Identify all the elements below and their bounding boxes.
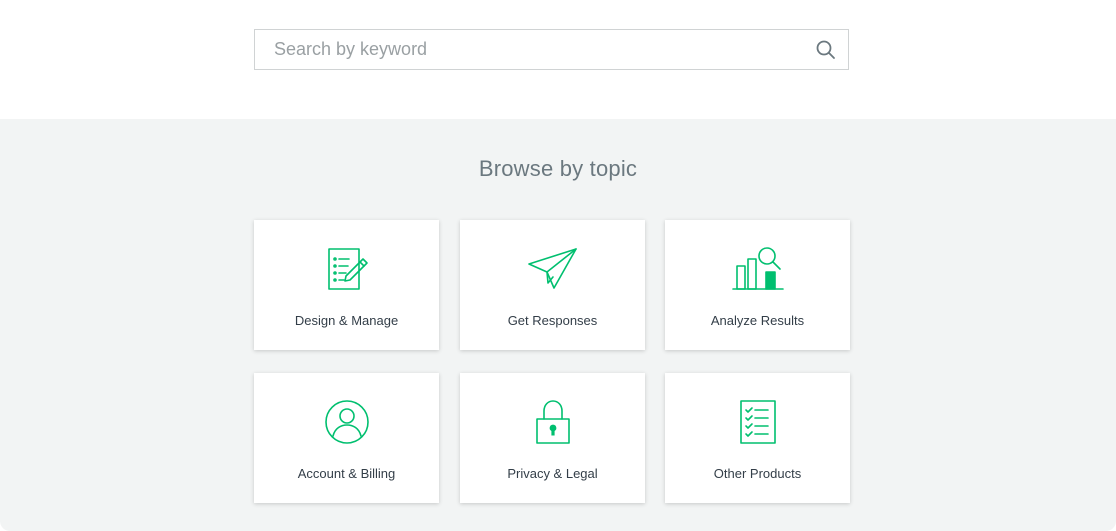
browse-title: Browse by topic bbox=[478, 156, 638, 181]
search-icon bbox=[816, 40, 835, 59]
bar-chart-magnifier-icon bbox=[731, 247, 784, 290]
search-input[interactable] bbox=[255, 30, 795, 69]
survey-edit-icon bbox=[327, 248, 368, 290]
tile-label: Privacy & Legal bbox=[507, 466, 598, 481]
tile-label: Account & Billing bbox=[297, 466, 396, 481]
tile-design-manage[interactable]: Design & Manage bbox=[254, 220, 439, 350]
browse-section: Browse by topic Design & Manage Get Resp… bbox=[0, 119, 1116, 531]
tile-label: Analyze Results bbox=[710, 313, 805, 328]
tile-label: Get Responses bbox=[507, 313, 598, 328]
tile-privacy-legal[interactable]: Privacy & Legal bbox=[460, 373, 645, 503]
checklist-icon bbox=[739, 400, 776, 444]
paper-plane-icon bbox=[527, 248, 577, 289]
tile-account-billing[interactable]: Account & Billing bbox=[254, 373, 439, 503]
user-account-icon bbox=[324, 400, 369, 444]
padlock-icon bbox=[535, 400, 570, 444]
tile-get-responses[interactable]: Get Responses bbox=[460, 220, 645, 350]
tile-label: Other Products bbox=[713, 466, 802, 481]
search-section bbox=[0, 0, 1116, 119]
search-box bbox=[254, 29, 849, 70]
tile-analyze-results[interactable]: Analyze Results bbox=[665, 220, 850, 350]
tile-label: Design & Manage bbox=[294, 313, 399, 328]
tile-other-products[interactable]: Other Products bbox=[665, 373, 850, 503]
search-button[interactable] bbox=[814, 38, 838, 62]
